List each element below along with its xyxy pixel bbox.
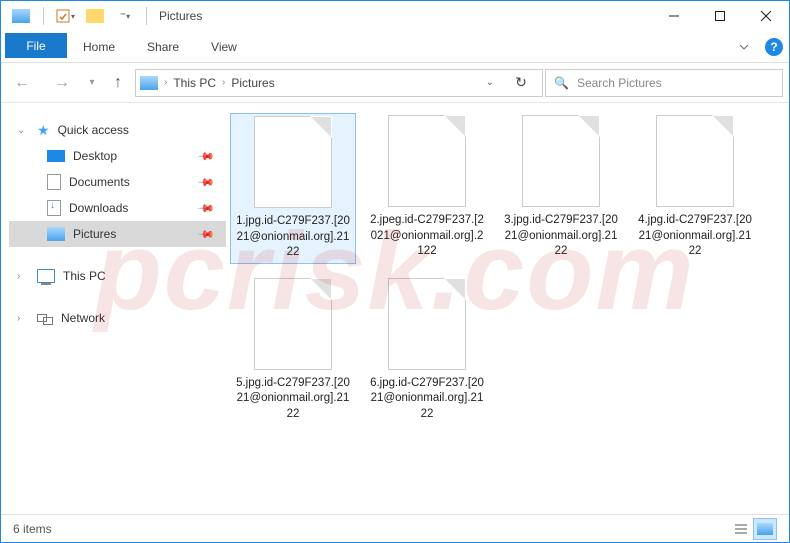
window-title: Pictures — [155, 9, 202, 23]
pc-icon — [37, 269, 55, 283]
tab-home[interactable]: Home — [67, 34, 131, 59]
pin-icon: 📌 — [197, 199, 215, 217]
file-icon — [522, 115, 600, 207]
sidebar-item-label: Documents — [69, 175, 192, 189]
address-bar: ← → ▾ ↑ › This PC › Pictures ⌄ ↻ 🔍 Searc… — [1, 63, 789, 103]
sidebar-item-documents[interactable]: Documents 📌 — [9, 169, 226, 195]
status-bar: 6 items — [1, 514, 789, 542]
qat-customize-button[interactable]: ⁼▾ — [112, 5, 138, 27]
sidebar-item-label: Downloads — [69, 201, 192, 215]
item-count: 6 items — [13, 522, 52, 536]
sidebar-item-this-pc[interactable]: › This PC — [9, 263, 226, 289]
tab-view[interactable]: View — [195, 34, 253, 59]
search-input[interactable]: 🔍 Search Pictures — [545, 69, 783, 97]
network-icon — [37, 311, 53, 325]
navigation-pane: ⌄ ★ Quick access Desktop 📌 Documents 📌 D… — [1, 103, 226, 514]
downloads-icon — [47, 200, 61, 216]
thumbnails-icon — [757, 523, 773, 535]
file-item[interactable]: 2.jpeg.id-C279F237.[2021@onionmail.org].… — [364, 113, 490, 264]
breadcrumb-item[interactable]: This PC — [173, 76, 216, 90]
up-button[interactable]: ↑ — [103, 68, 133, 98]
details-view-button[interactable] — [729, 518, 753, 540]
location-icon — [140, 76, 158, 90]
sidebar-item-label: Network — [61, 311, 212, 325]
desktop-icon — [47, 150, 65, 162]
file-item[interactable]: 1.jpg.id-C279F237.[2021@onionmail.org].2… — [230, 113, 356, 264]
file-icon — [254, 116, 332, 208]
recent-locations-button[interactable]: ▾ — [83, 68, 101, 98]
sidebar-item-network[interactable]: › Network — [9, 305, 226, 331]
file-icon — [656, 115, 734, 207]
pin-icon: 📌 — [197, 147, 215, 165]
file-name: 6.jpg.id-C279F237.[2021@onionmail.org].2… — [366, 376, 488, 423]
qat-properties-button[interactable]: ▾ — [52, 5, 78, 27]
breadcrumb-bar[interactable]: › This PC › Pictures ⌄ ↻ — [135, 69, 543, 97]
sidebar-item-label: Quick access — [58, 123, 212, 137]
separator — [146, 7, 147, 25]
file-tab[interactable]: File — [5, 33, 67, 58]
forward-button[interactable]: → — [43, 68, 81, 98]
sidebar-item-downloads[interactable]: Downloads 📌 — [9, 195, 226, 221]
minimize-button[interactable] — [651, 1, 697, 31]
sidebar-item-desktop[interactable]: Desktop 📌 — [9, 143, 226, 169]
file-icon — [388, 278, 466, 370]
file-name: 2.jpeg.id-C279F237.[2021@onionmail.org].… — [366, 213, 488, 260]
thumbnails-view-button[interactable] — [753, 518, 777, 540]
file-item[interactable]: 6.jpg.id-C279F237.[2021@onionmail.org].2… — [364, 276, 490, 425]
ribbon: File Home Share View ? — [1, 31, 789, 63]
refresh-button[interactable]: ↻ — [504, 74, 538, 91]
file-name: 3.jpg.id-C279F237.[2021@onionmail.org].2… — [500, 213, 622, 260]
file-name: 1.jpg.id-C279F237.[2021@onionmail.org].2… — [233, 214, 353, 261]
breadcrumb-item[interactable]: Pictures — [231, 76, 274, 90]
file-icon — [388, 115, 466, 207]
back-button[interactable]: ← — [3, 68, 41, 98]
close-button[interactable] — [743, 1, 789, 31]
pin-icon: 📌 — [197, 225, 215, 243]
file-icon — [254, 278, 332, 370]
pictures-icon — [47, 227, 65, 241]
sidebar-item-label: Pictures — [73, 227, 192, 241]
search-icon: 🔍 — [554, 76, 569, 90]
star-icon: ★ — [37, 122, 50, 139]
chevron-down-icon: ⌄ — [17, 125, 29, 136]
help-button[interactable]: ? — [759, 38, 789, 56]
file-name: 5.jpg.id-C279F237.[2021@onionmail.org].2… — [232, 376, 354, 423]
file-item[interactable]: 3.jpg.id-C279F237.[2021@onionmail.org].2… — [498, 113, 624, 264]
chevron-right-icon: › — [17, 271, 29, 282]
file-item[interactable]: 4.jpg.id-C279F237.[2021@onionmail.org].2… — [632, 113, 758, 264]
file-name: 4.jpg.id-C279F237.[2021@onionmail.org].2… — [634, 213, 756, 260]
chevron-right-icon: › — [164, 77, 167, 88]
file-list[interactable]: 1.jpg.id-C279F237.[2021@onionmail.org].2… — [226, 103, 789, 514]
title-bar: ▾ ⁼▾ Pictures — [1, 1, 789, 31]
expand-ribbon-button[interactable] — [729, 41, 759, 53]
qat-folder-button[interactable] — [82, 5, 108, 27]
chevron-right-icon: › — [17, 313, 29, 324]
file-item[interactable]: 5.jpg.id-C279F237.[2021@onionmail.org].2… — [230, 276, 356, 425]
app-icon — [7, 5, 35, 27]
tab-share[interactable]: Share — [131, 34, 195, 59]
pin-icon: 📌 — [197, 173, 215, 191]
chevron-right-icon: › — [222, 77, 225, 88]
sidebar-item-label: This PC — [63, 269, 212, 283]
sidebar-item-pictures[interactable]: Pictures 📌 — [9, 221, 226, 247]
document-icon — [47, 174, 61, 190]
sidebar-item-label: Desktop — [73, 149, 192, 163]
separator — [43, 7, 44, 25]
maximize-button[interactable] — [697, 1, 743, 31]
search-placeholder: Search Pictures — [577, 76, 662, 90]
sidebar-item-quick-access[interactable]: ⌄ ★ Quick access — [9, 117, 226, 143]
address-dropdown-button[interactable]: ⌄ — [486, 77, 494, 88]
